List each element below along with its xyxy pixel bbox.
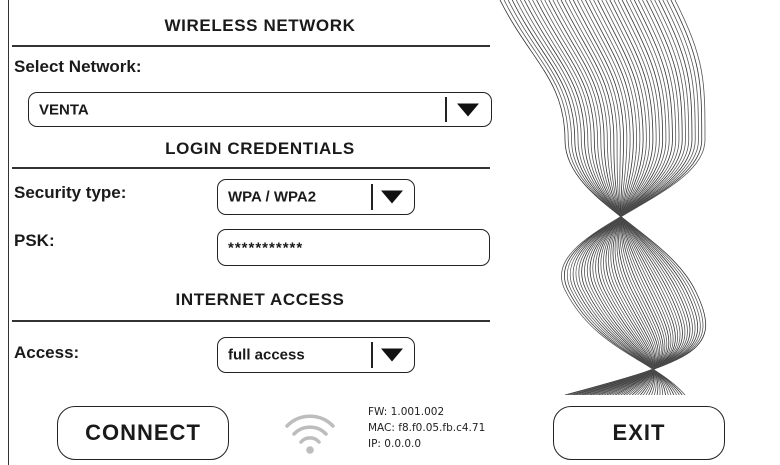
- access-label: Access:: [14, 343, 80, 362]
- dropdown-separator: [371, 342, 373, 368]
- dropdown-separator: [445, 97, 447, 122]
- caret-down-icon[interactable]: [381, 190, 403, 204]
- network-dropdown-value: VENTA: [39, 101, 89, 118]
- firmware-version: FW: 1.001.002: [368, 406, 445, 418]
- network-dropdown[interactable]: VENTA: [28, 92, 492, 127]
- psk-label: PSK:: [14, 231, 55, 250]
- wireless-divider: [12, 45, 490, 47]
- mac-address: MAC: f8.f0.05.fb.c4.71: [368, 422, 486, 434]
- dropdown-separator: [371, 184, 373, 210]
- security-type-label: Security type:: [14, 183, 127, 202]
- security-type-value: WPA / WPA2: [228, 188, 317, 206]
- wave-lines-graphic: [499, 0, 707, 395]
- caret-down-icon[interactable]: [457, 103, 479, 116]
- psk-field[interactable]: ***********: [217, 229, 490, 266]
- psk-value: ***********: [228, 239, 304, 256]
- caret-down-icon[interactable]: [381, 348, 403, 362]
- credentials-divider: [12, 167, 490, 169]
- select-network-label: Select Network:: [14, 57, 142, 76]
- internet-access-heading: INTERNET ACCESS: [175, 290, 345, 309]
- internet-divider: [12, 320, 490, 322]
- security-type-dropdown[interactable]: WPA / WPA2: [217, 179, 415, 215]
- ip-address: IP: 0.0.0.0: [368, 438, 422, 450]
- exit-button[interactable]: EXIT: [553, 406, 725, 460]
- login-credentials-heading: LOGIN CREDENTIALS: [165, 139, 355, 158]
- wireless-network-heading: WIRELESS NETWORK: [164, 16, 356, 35]
- wifi-icon: [285, 414, 335, 454]
- access-dropdown[interactable]: full access: [217, 337, 415, 373]
- access-value: full access: [228, 346, 305, 364]
- device-info: FW: 1.001.002 MAC: f8.f0.05.fb.c4.71 IP:…: [368, 404, 485, 452]
- connect-button[interactable]: CONNECT: [57, 406, 229, 460]
